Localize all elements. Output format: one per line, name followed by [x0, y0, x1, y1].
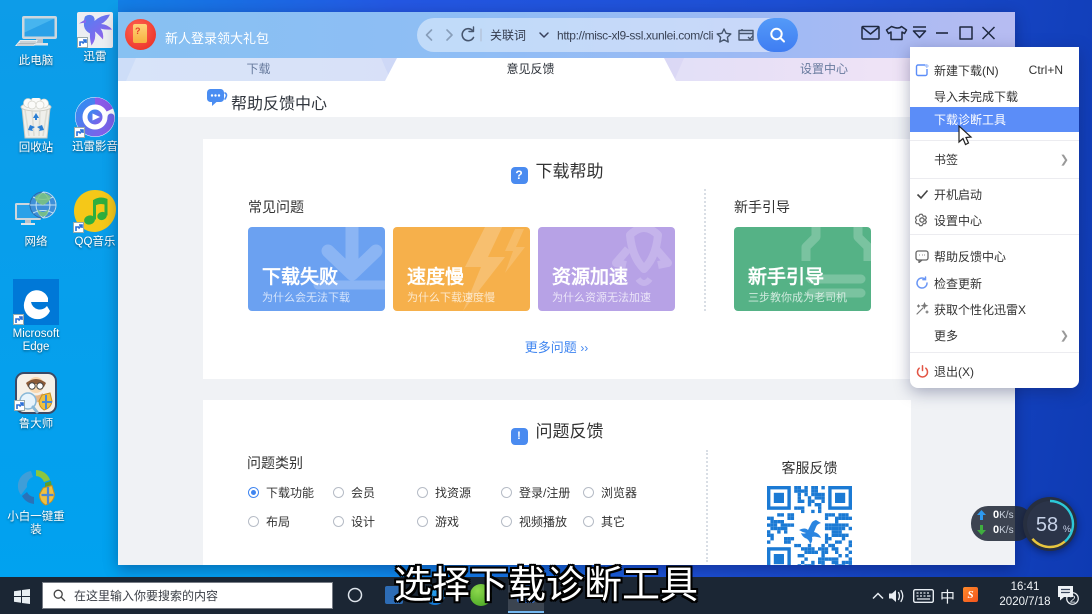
svg-text:关联词: 关联词 [490, 29, 526, 43]
svg-text:%: % [1063, 524, 1071, 534]
svg-text:58: 58 [1036, 514, 1058, 536]
svg-text:http://misc-xl9-ssl.xunlei.com: http://misc-xl9-ssl.xunlei.com/cli [557, 29, 713, 43]
